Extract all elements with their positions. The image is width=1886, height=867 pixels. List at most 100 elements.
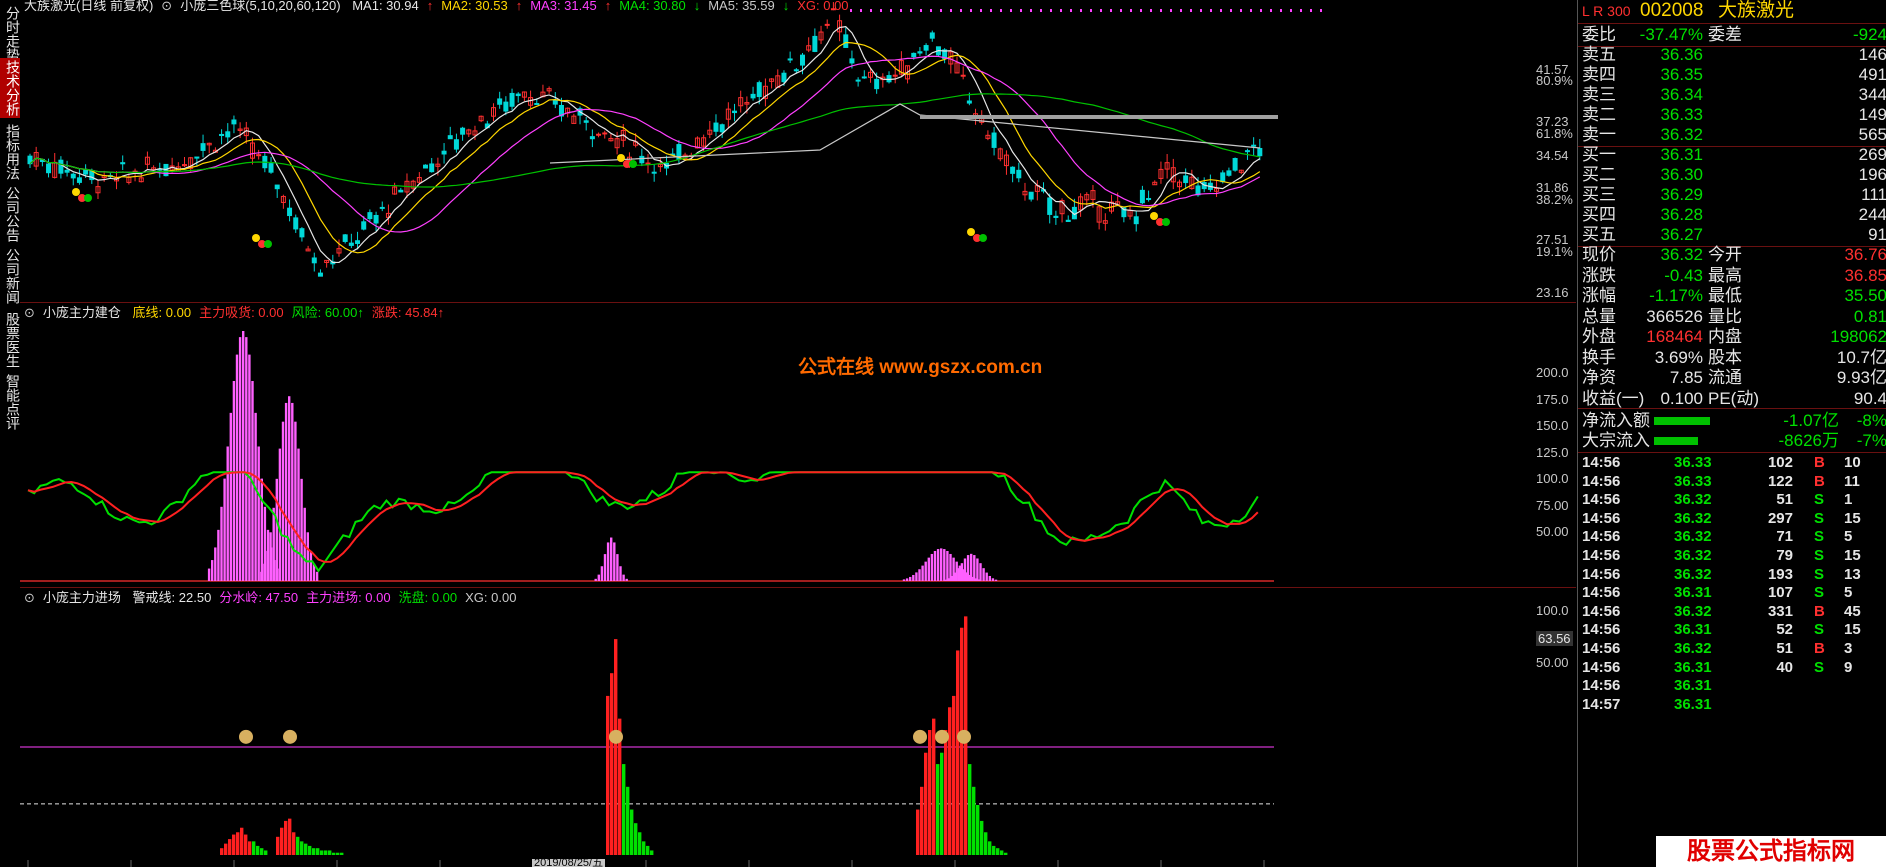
tab-company-notice[interactable]: 公司公告 xyxy=(0,184,21,244)
accumulation-bar xyxy=(278,448,282,581)
tab-indicator-usage[interactable]: 指标用法 xyxy=(0,122,21,182)
candle-down xyxy=(317,272,323,277)
ma-arrow: ↑ xyxy=(426,0,434,13)
bid-row[interactable]: 买四 36.28 244 xyxy=(1578,204,1886,226)
stat-value: 35.50 xyxy=(1844,286,1886,305)
ask-row[interactable]: 卖一 36.32 565 xyxy=(1578,124,1886,146)
candle-down xyxy=(1010,166,1016,174)
bid-row[interactable]: 买五 36.27 91 xyxy=(1578,224,1886,246)
crosshair-value: 63.56 xyxy=(1536,631,1573,646)
accumulation-bar xyxy=(936,549,940,581)
gear-icon[interactable]: ⊙ xyxy=(24,590,35,605)
stat-label: PE(动) xyxy=(1708,388,1759,408)
accumulation-bar xyxy=(951,575,954,581)
tab-intraday[interactable]: 分时走势 xyxy=(0,4,21,64)
ask-row[interactable]: 卖五 36.36 146 xyxy=(1578,44,1886,66)
accumulation-bar xyxy=(603,554,607,581)
tick-volume: 51 xyxy=(1776,491,1793,509)
top-dot xyxy=(970,9,972,12)
candle-up xyxy=(602,132,608,135)
flow-row: 净流入额 -1.07亿 -8% xyxy=(1578,410,1886,432)
price-chart-panel[interactable] xyxy=(20,0,1576,302)
tick-price: 36.32 xyxy=(1674,602,1712,620)
candle-down xyxy=(787,58,793,61)
level-label: 买三 xyxy=(1582,185,1616,204)
tab-stock-doctor[interactable]: 股票医生 xyxy=(0,310,21,370)
entry-bar xyxy=(980,820,984,855)
tab-technical-analysis[interactable]: 技术分析 xyxy=(0,58,21,118)
entry-panel[interactable] xyxy=(20,588,1576,867)
watermark-text: 公式在线 www.gszx.com.cn xyxy=(798,357,1043,378)
tick-price: 36.32 xyxy=(1674,547,1712,564)
stat-value: 36.32 xyxy=(1660,245,1703,264)
entry-bar xyxy=(610,673,614,855)
top-dot xyxy=(1320,9,1322,12)
quote-panel: L R 300 002008 大族激光 委比 -37.47% 委差 -924 卖… xyxy=(1577,0,1886,867)
accumulation-bar xyxy=(294,421,297,581)
candle-down xyxy=(293,217,299,230)
entry-bar xyxy=(1000,850,1004,855)
accumulation-panel[interactable] xyxy=(20,303,1576,587)
top-dot xyxy=(960,9,962,12)
entry-bar xyxy=(988,841,992,855)
money-bag-icon xyxy=(239,729,253,744)
tick-count: 45 xyxy=(1844,602,1861,620)
tab-company-news[interactable]: 公司新闻 xyxy=(0,246,21,306)
top-dot xyxy=(1150,9,1152,12)
top-dot xyxy=(1060,9,1062,12)
accumulation-bar xyxy=(223,478,226,581)
candle-down xyxy=(515,93,521,97)
bid-row[interactable]: 买一 36.31 269 xyxy=(1578,144,1886,166)
flow-row: 大宗流入 -8626万 -7% xyxy=(1578,430,1886,452)
moving-average-line xyxy=(29,93,1260,188)
axis-label: 50.00 xyxy=(1536,655,1569,670)
indicator-value: 风险: 60.00↑ xyxy=(291,305,364,320)
accumulation-bar xyxy=(982,568,985,581)
candle-down xyxy=(453,139,459,150)
top-dot xyxy=(1250,9,1252,12)
candle-up xyxy=(960,74,966,77)
gear-icon[interactable]: ⊙ xyxy=(161,0,172,13)
accumulation-bar xyxy=(918,569,921,581)
candle-down xyxy=(1226,170,1232,176)
date-cursor-label: 2019/08/25/五 xyxy=(532,859,606,867)
tick-row: 14:57 36.31 xyxy=(1578,695,1886,714)
stat-value: 90.4 xyxy=(1853,388,1886,408)
tab-smart-review[interactable]: 智能点评 xyxy=(0,372,21,432)
tick-side: S xyxy=(1814,491,1825,509)
top-dot xyxy=(1210,9,1212,12)
candle-down xyxy=(441,150,447,155)
candle-down xyxy=(1133,216,1139,225)
ask-row[interactable]: 卖三 36.34 344 xyxy=(1578,84,1886,106)
candle-down xyxy=(732,110,738,114)
accumulation-bar xyxy=(921,565,924,581)
entry-bar xyxy=(948,707,952,855)
candle-down xyxy=(923,45,929,51)
entry-bar xyxy=(236,832,240,855)
stat-row: 收益(一) 0.100 PE(动) 90.4 xyxy=(1578,388,1886,410)
ma-value: XG: 0.00 xyxy=(797,0,849,13)
top-dot xyxy=(1120,9,1122,12)
accumulation-bar xyxy=(940,548,943,581)
signal-ball xyxy=(617,154,625,162)
gear-icon[interactable]: ⊙ xyxy=(24,305,35,320)
tick-row: 14:56 36.33 102 B 10 xyxy=(1578,453,1886,472)
entry-bar xyxy=(626,786,630,855)
entry-bar xyxy=(646,845,650,855)
top-dot xyxy=(1030,9,1032,12)
candle-down xyxy=(800,54,805,66)
ask-row[interactable]: 卖二 36.33 149 xyxy=(1578,104,1886,126)
accumulation-bar xyxy=(924,561,927,581)
bid-row[interactable]: 买二 36.30 196 xyxy=(1578,164,1886,186)
candle-down xyxy=(1183,175,1189,184)
axis-label: 150.0 xyxy=(1536,418,1569,433)
bid-row[interactable]: 买三 36.29 111 xyxy=(1578,184,1886,206)
stat-value: 366526 xyxy=(1646,306,1703,326)
change-line xyxy=(27,471,1259,563)
ask-row[interactable]: 卖四 36.35 491 xyxy=(1578,64,1886,86)
accumulation-bar xyxy=(245,337,248,581)
axis-label: 34.54 xyxy=(1536,148,1569,163)
weicha-label: 委差 xyxy=(1708,25,1742,44)
candle-down xyxy=(1065,219,1071,222)
accumulation-bar xyxy=(269,532,272,581)
